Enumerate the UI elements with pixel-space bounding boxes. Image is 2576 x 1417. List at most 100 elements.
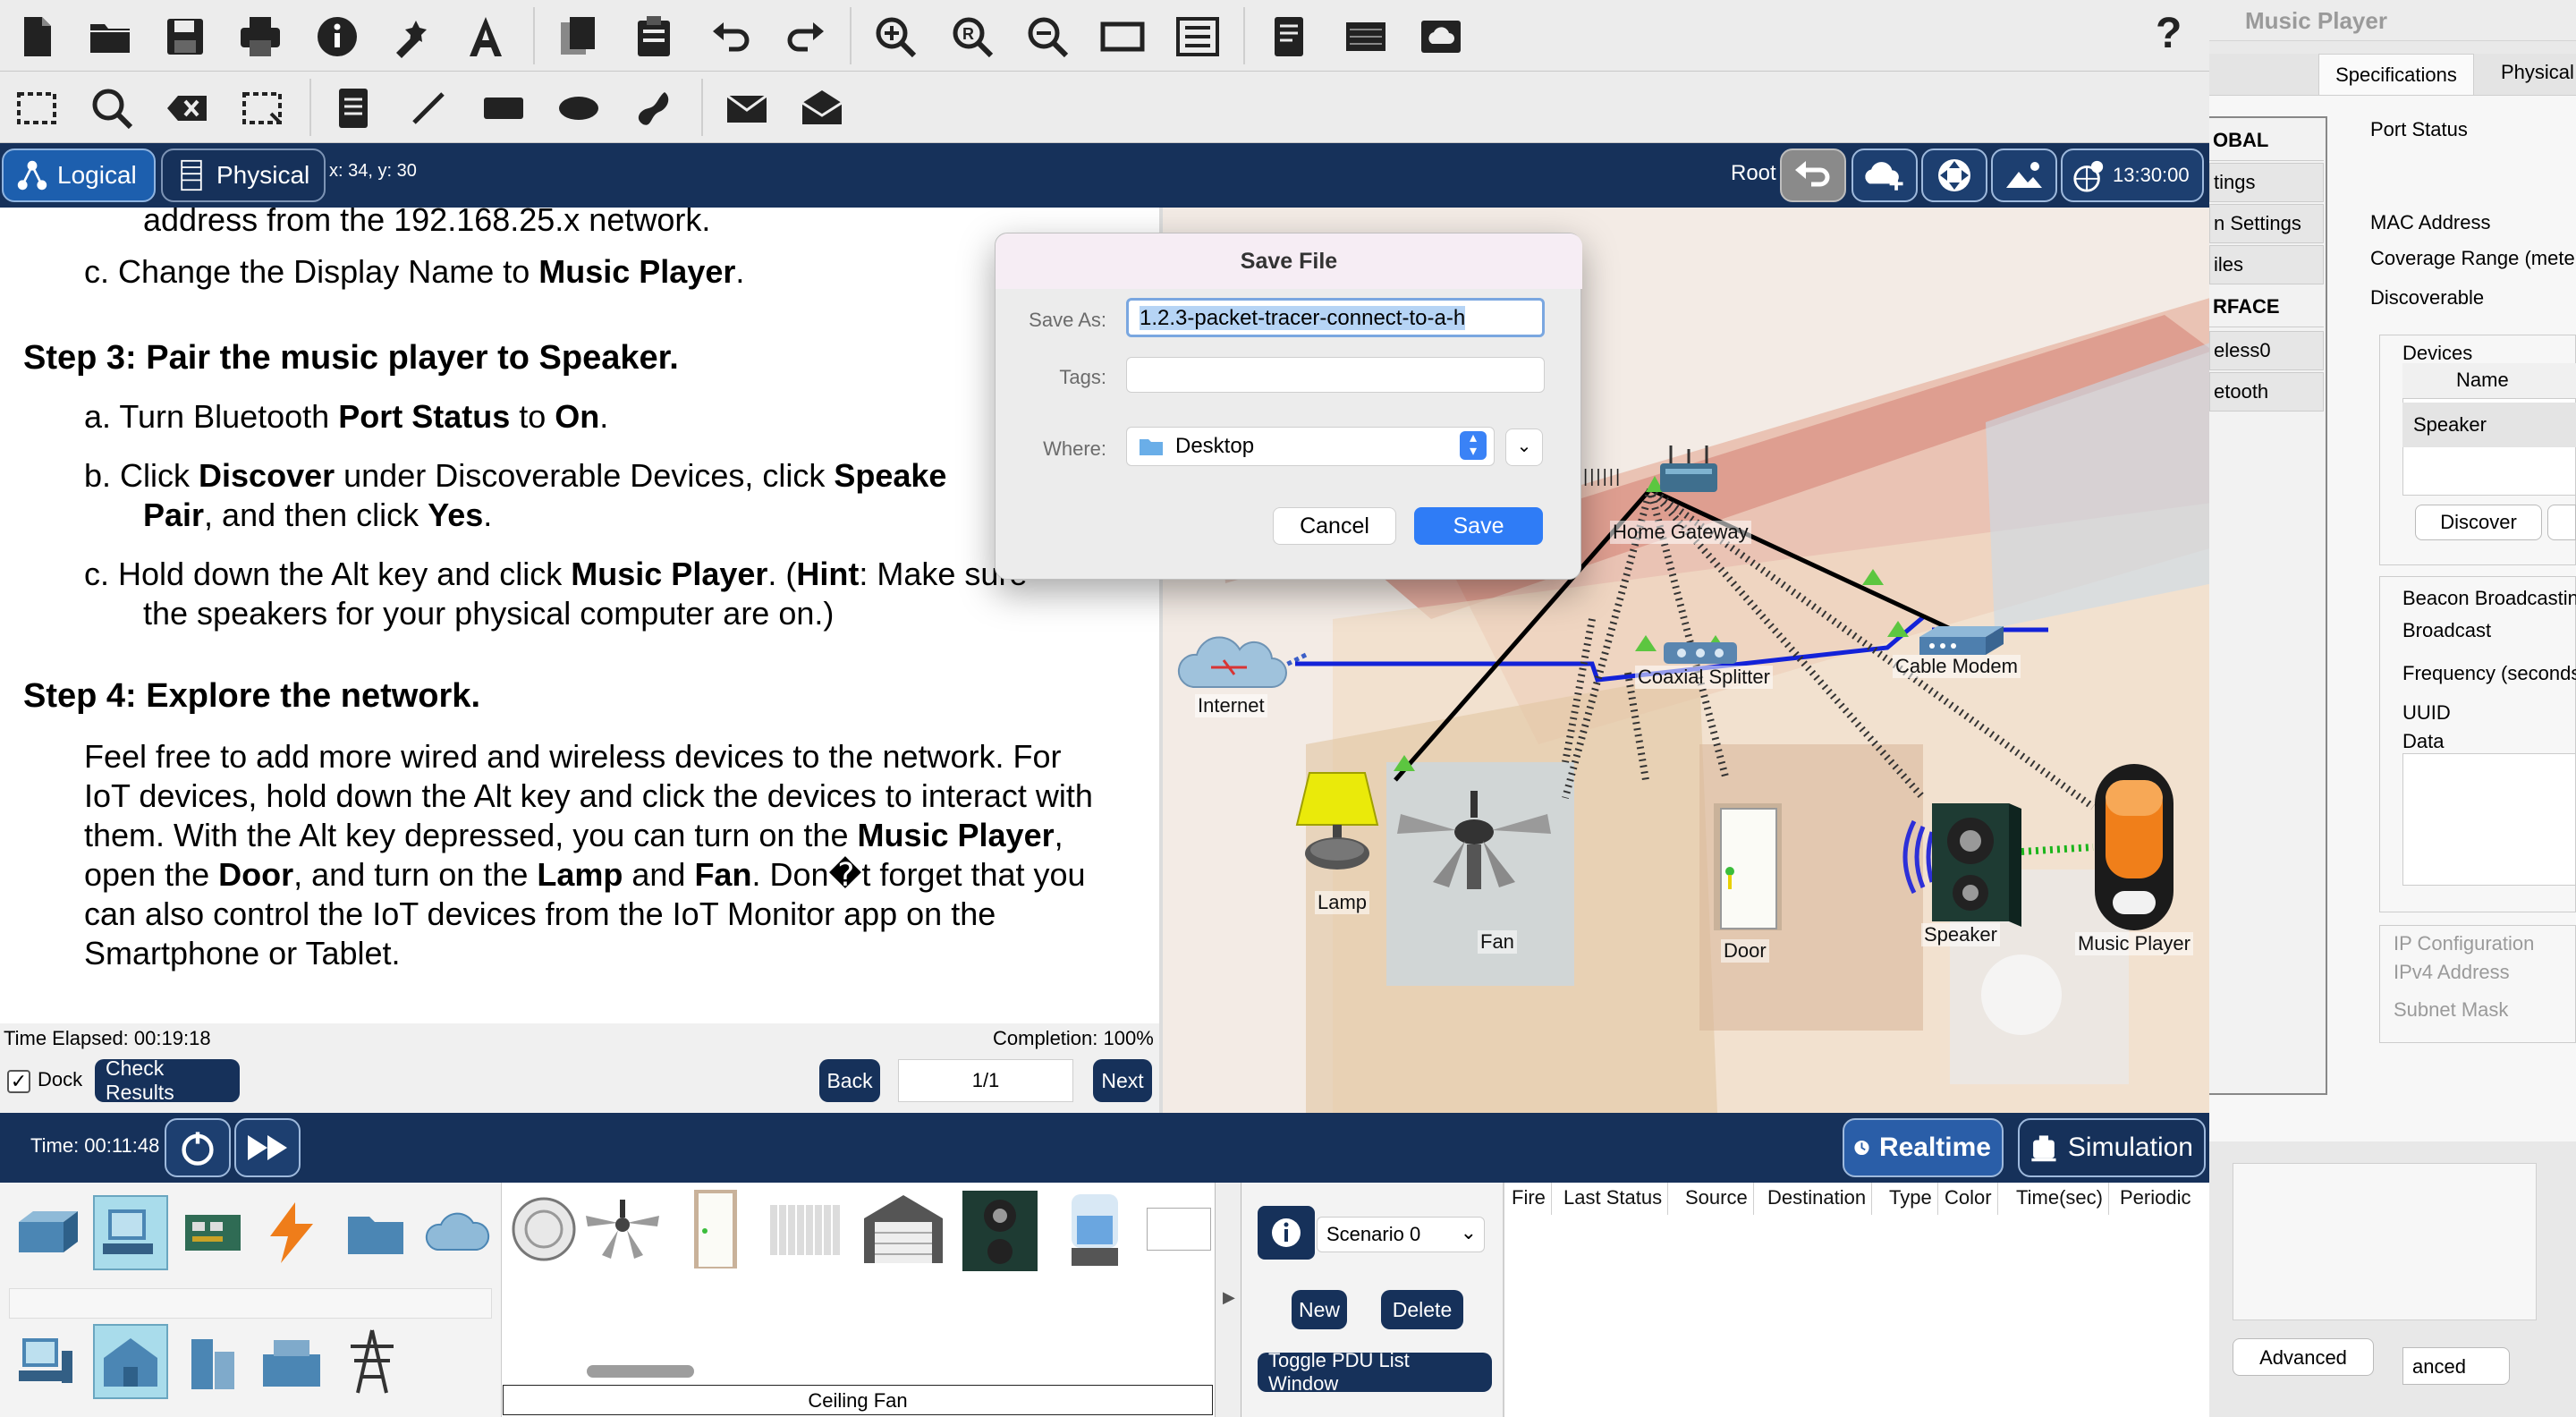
- open-folder-icon[interactable]: [82, 9, 138, 64]
- miscellaneous-category[interactable]: [338, 1195, 413, 1270]
- select-icon[interactable]: [9, 81, 64, 136]
- viewport-clock-button[interactable]: 13:30:00: [2061, 148, 2204, 202]
- zoom-in-icon[interactable]: [868, 9, 923, 64]
- undo-icon[interactable]: [703, 9, 758, 64]
- pdu-header-destination[interactable]: Destination: [1762, 1183, 1873, 1215]
- tags-input[interactable]: [1126, 357, 1545, 393]
- print-icon[interactable]: [233, 9, 288, 64]
- notes-icon[interactable]: [1261, 9, 1317, 64]
- speaker-device[interactable]: [1896, 794, 2030, 933]
- ceiling-fan-thumb[interactable]: [580, 1186, 665, 1272]
- redo-icon[interactable]: [778, 9, 834, 64]
- physical-view-button[interactable]: Physical: [161, 148, 326, 202]
- smoke-detector-thumb[interactable]: [501, 1186, 587, 1272]
- multiuser-connection-category[interactable]: [419, 1195, 494, 1270]
- add-complex-pdu-icon[interactable]: [794, 81, 850, 136]
- zoom-out-icon[interactable]: [1020, 9, 1075, 64]
- note-icon[interactable]: [326, 81, 381, 136]
- delete-icon[interactable]: [159, 81, 215, 136]
- industrial-subcategory[interactable]: [254, 1324, 329, 1399]
- radiator-thumb[interactable]: [764, 1186, 850, 1272]
- advanced-button[interactable]: Advanced: [2233, 1338, 2374, 1376]
- freeform-icon[interactable]: [626, 81, 682, 136]
- page-indicator[interactable]: 1/1: [898, 1059, 1073, 1102]
- draw-rectangle-icon[interactable]: [476, 81, 531, 136]
- pdu-header-time[interactable]: Time(sec): [2011, 1183, 2109, 1215]
- draw-line-icon[interactable]: [401, 81, 456, 136]
- pdu-header-type[interactable]: Type: [1884, 1183, 1938, 1215]
- save-as-input[interactable]: 1.2.3-packet-tracer-connect-to-a-h: [1126, 298, 1545, 337]
- set-background-icon[interactable]: [1991, 148, 2057, 202]
- back-button[interactable]: Back: [819, 1059, 880, 1102]
- where-select[interactable]: Desktop ▴ ▾: [1126, 427, 1495, 466]
- cloud-window-icon[interactable]: [1413, 9, 1469, 64]
- humidifier-thumb[interactable]: [1052, 1186, 1138, 1272]
- activity-wizard-icon[interactable]: [385, 9, 440, 64]
- side-nav-bluetooth[interactable]: etooth: [2209, 372, 2324, 412]
- copy-icon[interactable]: [551, 9, 606, 64]
- advanced-button-behind[interactable]: anced: [2402, 1347, 2510, 1385]
- picker-scrollbar[interactable]: [587, 1365, 694, 1378]
- new-scenario-button[interactable]: New: [1292, 1290, 1347, 1329]
- panel-splitter[interactable]: ▶: [1215, 1183, 1241, 1417]
- discover-button[interactable]: Discover: [2415, 505, 2542, 540]
- expand-chevron-icon[interactable]: ⌄: [1505, 428, 1543, 466]
- internet-device[interactable]: [1172, 628, 1297, 704]
- devices-row-speaker[interactable]: Speaker: [2402, 403, 2576, 447]
- delete-scenario-button[interactable]: Delete: [1381, 1290, 1463, 1329]
- door-thumb[interactable]: [673, 1186, 758, 1272]
- pdu-header-color[interactable]: Color: [1939, 1183, 1998, 1215]
- logical-view-button[interactable]: Logical: [2, 148, 156, 202]
- scenario-select[interactable]: Scenario 0 ⌄: [1317, 1217, 1485, 1252]
- save-button[interactable]: Save: [1414, 507, 1543, 545]
- end-devices-category[interactable]: [93, 1195, 168, 1270]
- tab-physical[interactable]: Physical: [2501, 61, 2574, 84]
- pdu-header-last-status[interactable]: Last Status: [1558, 1183, 1669, 1215]
- speaker-thumb[interactable]: [957, 1188, 1043, 1274]
- side-nav-settings[interactable]: tings: [2209, 163, 2324, 202]
- draw-ellipse-icon[interactable]: [551, 81, 606, 136]
- realtime-mode-button[interactable]: Realtime: [1843, 1118, 2004, 1177]
- side-nav-files[interactable]: iles: [2209, 245, 2324, 284]
- tab-specifications[interactable]: Specifications: [2318, 54, 2474, 95]
- save-icon[interactable]: [157, 9, 213, 64]
- pdu-header-periodic[interactable]: Periodic: [2114, 1183, 2196, 1215]
- new-cluster-icon[interactable]: [1852, 148, 1918, 202]
- help-icon[interactable]: ?: [2156, 9, 2182, 58]
- connections-category[interactable]: [254, 1195, 329, 1270]
- side-nav-wireless0[interactable]: eless0: [2209, 331, 2324, 370]
- components-category[interactable]: [175, 1195, 250, 1270]
- fast-forward-button[interactable]: [234, 1118, 301, 1177]
- resize-shape-icon[interactable]: [234, 81, 290, 136]
- hardware-icon[interactable]: [1338, 9, 1394, 64]
- paste-icon[interactable]: [626, 9, 682, 64]
- lamp-device[interactable]: [1288, 764, 1386, 885]
- back-level-icon[interactable]: [1780, 148, 1846, 202]
- list-icon[interactable]: [1170, 9, 1225, 64]
- text-tool-icon[interactable]: [458, 9, 513, 64]
- simulation-mode-button[interactable]: Simulation: [2018, 1118, 2206, 1177]
- viewport-icon[interactable]: [1095, 9, 1150, 64]
- inspect-icon[interactable]: [84, 81, 140, 136]
- smart-city-subcategory[interactable]: [175, 1324, 250, 1399]
- pdu-info-button[interactable]: [1258, 1206, 1315, 1260]
- side-nav-algorithm-settings[interactable]: n Settings: [2209, 204, 2324, 243]
- add-simple-pdu-icon[interactable]: [719, 81, 775, 136]
- home-gateway-device[interactable]: [1653, 442, 1724, 502]
- music-player-device[interactable]: [2089, 760, 2179, 944]
- next-button[interactable]: Next: [1093, 1059, 1152, 1102]
- pdu-header-fire[interactable]: Fire: [1506, 1183, 1552, 1215]
- garage-door-thumb[interactable]: [860, 1186, 946, 1272]
- pair-button[interactable]: [2547, 505, 2576, 540]
- power-grid-subcategory[interactable]: [335, 1324, 410, 1399]
- door-device[interactable]: [1703, 800, 1792, 938]
- beacon-data-textarea[interactable]: [2402, 753, 2576, 886]
- humidity-monitor-thumb[interactable]: [1147, 1208, 1211, 1251]
- zoom-reset-icon[interactable]: R: [945, 9, 1000, 64]
- power-cycle-button[interactable]: [165, 1118, 231, 1177]
- move-object-icon[interactable]: [1921, 148, 1987, 202]
- network-devices-category[interactable]: [9, 1195, 84, 1270]
- new-file-icon[interactable]: [9, 9, 64, 64]
- check-results-button[interactable]: Check Results: [95, 1056, 240, 1104]
- toggle-pdu-list-button[interactable]: Toggle PDU List Window: [1258, 1349, 1492, 1395]
